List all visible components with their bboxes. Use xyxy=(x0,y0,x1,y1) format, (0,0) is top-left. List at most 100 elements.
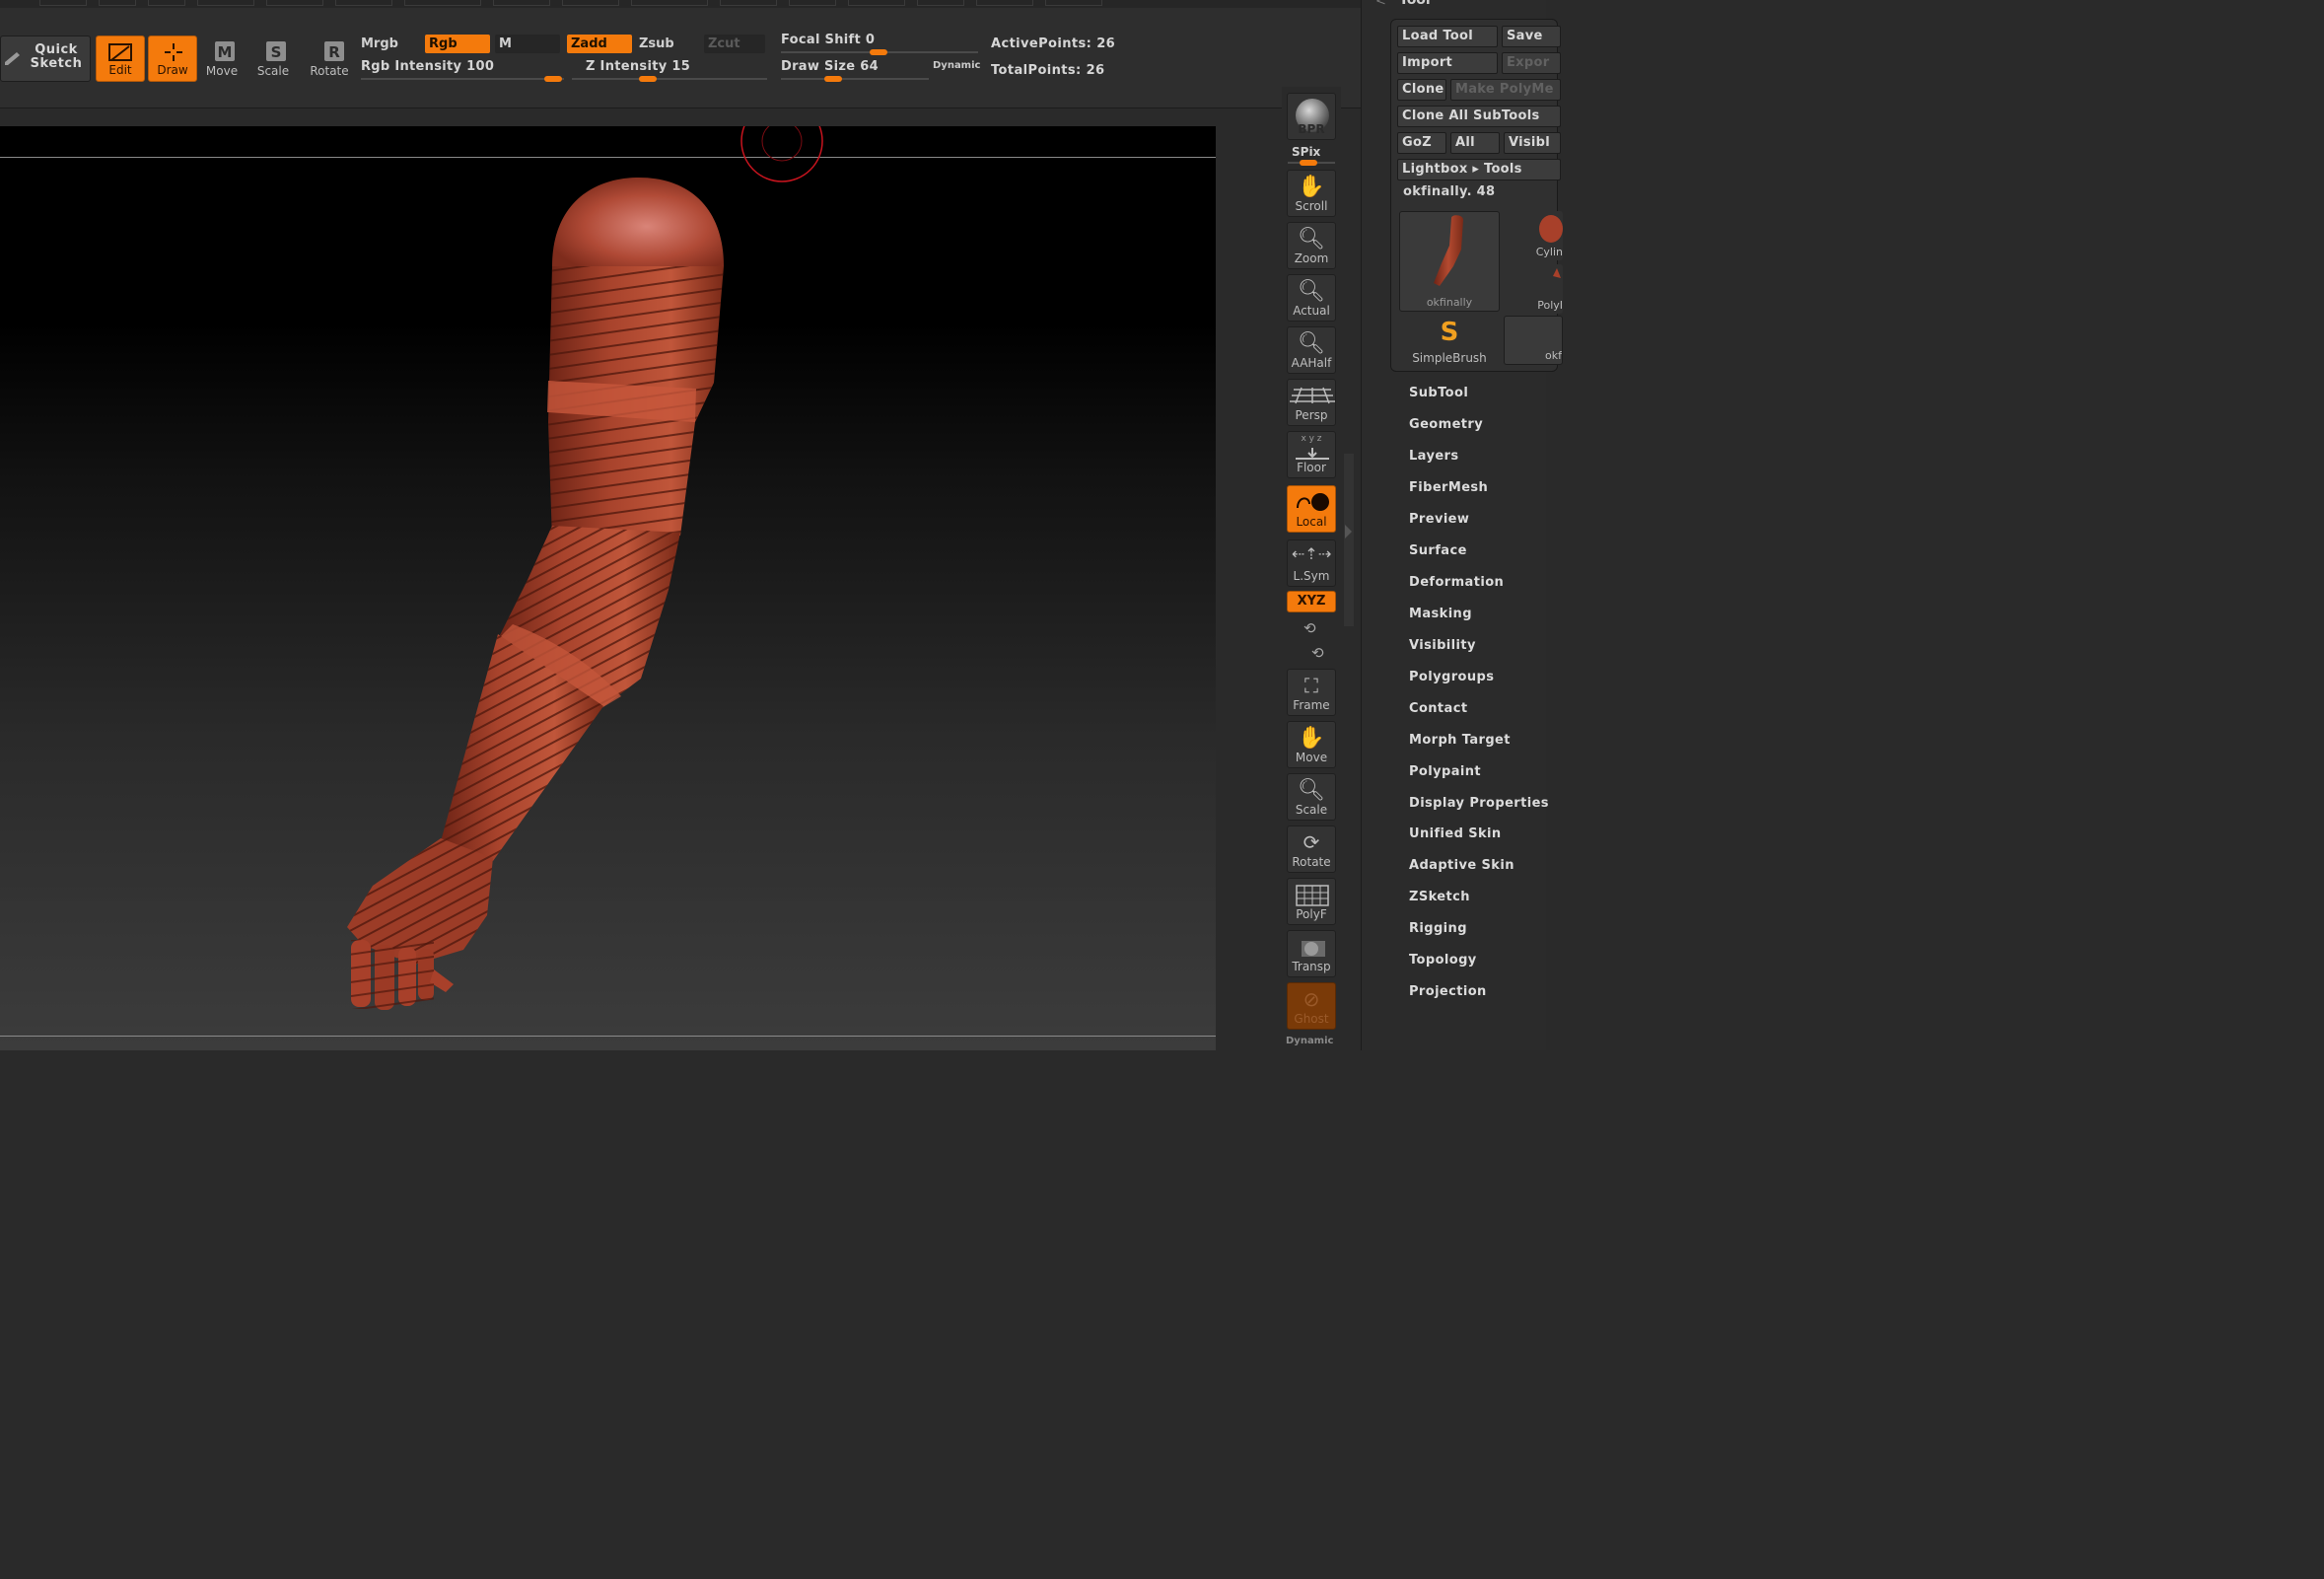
zoom-button[interactable]: 🔍︎ Zoom xyxy=(1287,222,1336,269)
m-button[interactable]: M xyxy=(495,35,560,53)
transparency-icon xyxy=(1302,941,1325,957)
lightbox-tools-button[interactable]: Lightbox ▸ Tools xyxy=(1397,159,1561,180)
rotate-mode-button[interactable]: R Rotate xyxy=(305,36,354,82)
menu-deformation[interactable]: Deformation xyxy=(1409,575,1504,590)
scale-mode-button[interactable]: S Scale xyxy=(248,36,298,82)
goz-visible-button[interactable]: Visibl xyxy=(1504,132,1561,154)
save-tool-button[interactable]: Save xyxy=(1502,26,1561,47)
mrgb-button[interactable]: Mrgb xyxy=(357,35,420,53)
xyz-rotation-button[interactable]: XYZ xyxy=(1287,591,1336,612)
aahalf-button[interactable]: 🔍︎ AAHalf xyxy=(1287,326,1336,374)
tool-thumb-okfinally[interactable]: okfinally xyxy=(1399,211,1500,312)
floor-button[interactable]: x y z Floor xyxy=(1287,431,1336,478)
top-shelf: Quick Sketch Edit Draw M Move S Scale R xyxy=(0,0,1361,108)
quick-sketch-label: Quick Sketch xyxy=(30,42,83,71)
menu-zsketch[interactable]: ZSketch xyxy=(1409,890,1470,904)
rotate-mode-icon: R xyxy=(324,41,344,61)
import-button[interactable]: Import xyxy=(1397,52,1498,74)
menu-adaptive-skin[interactable]: Adaptive Skin xyxy=(1409,858,1514,873)
zadd-button[interactable]: Zadd xyxy=(567,35,632,53)
bpr-button[interactable]: BPR xyxy=(1287,93,1336,140)
rgb-button[interactable]: Rgb xyxy=(425,35,490,53)
menu-masking[interactable]: Masking xyxy=(1409,607,1472,621)
load-tool-button[interactable]: Load Tool xyxy=(1397,26,1498,47)
hand-icon: ✋ xyxy=(1298,175,1325,199)
y-rotation-icon[interactable]: ⟲ xyxy=(1303,619,1316,637)
export-button[interactable]: Expor xyxy=(1502,52,1561,74)
quick-sketch-button[interactable]: Quick Sketch xyxy=(0,36,91,82)
ghost-icon: ⊘ xyxy=(1303,987,1320,1011)
menu-layers[interactable]: Layers xyxy=(1409,449,1459,464)
rotate-view-button[interactable]: ⟳ Rotate xyxy=(1287,825,1336,873)
rotate-icon: ⟳ xyxy=(1303,830,1320,854)
zsub-button[interactable]: Zsub xyxy=(635,35,700,53)
lsym-button[interactable]: ⇠⇡⇢ L.Sym xyxy=(1287,539,1336,587)
tool-thumb-polymesh[interactable]: PolyI xyxy=(1504,264,1563,314)
move-mode-button[interactable]: M Move xyxy=(197,36,246,82)
canvas-viewport[interactable] xyxy=(0,126,1216,1050)
polyf-button[interactable]: PolyF xyxy=(1287,878,1336,925)
symmetry-arrows-icon: ⇠⇡⇢ xyxy=(1291,544,1332,563)
dynamic-label: Dynamic xyxy=(1286,1036,1334,1046)
clone-all-subtools-button[interactable]: Clone All SubTools xyxy=(1397,106,1561,127)
arm-thumbnail xyxy=(1434,215,1463,286)
menu-fibermesh[interactable]: FiberMesh xyxy=(1409,480,1488,495)
local-icon xyxy=(1297,493,1329,511)
z-rotation-icon[interactable]: ⟲ xyxy=(1311,644,1324,662)
menu-unified-skin[interactable]: Unified Skin xyxy=(1409,826,1502,841)
ghost-button[interactable]: ⊘ Ghost xyxy=(1287,982,1336,1030)
menu-preview[interactable]: Preview xyxy=(1409,512,1469,527)
collapse-arrow-icon[interactable] xyxy=(1345,525,1352,538)
menu-projection[interactable]: Projection xyxy=(1409,984,1487,999)
dynamic-toggle[interactable]: Dynamic xyxy=(933,60,980,71)
brush-cursor xyxy=(740,126,823,182)
frame-button[interactable]: ⛶ Frame xyxy=(1287,669,1336,716)
menu-morph-target[interactable]: Morph Target xyxy=(1409,733,1511,748)
tool-thumb-simplebrush[interactable]: S SimpleBrush xyxy=(1399,316,1500,367)
make-polymesh-button[interactable]: Make PolyMe xyxy=(1450,79,1561,101)
goz-button[interactable]: GoZ xyxy=(1397,132,1446,154)
magnifier-scale-icon: 🔍︎ xyxy=(1298,778,1325,803)
menu-contact[interactable]: Contact xyxy=(1409,701,1467,716)
menu-surface[interactable]: Surface xyxy=(1409,543,1467,558)
frame-icon: ⛶ xyxy=(1304,674,1318,697)
clone-button[interactable]: Clone xyxy=(1397,79,1446,101)
tool-thumb-okf[interactable]: okf xyxy=(1504,316,1563,365)
splitter[interactable] xyxy=(1344,454,1354,626)
move-view-button[interactable]: ✋ Move xyxy=(1287,721,1336,768)
menu-polypaint[interactable]: Polypaint xyxy=(1409,764,1481,779)
local-button[interactable]: Local xyxy=(1287,485,1336,533)
floor-icon xyxy=(1296,448,1329,460)
star-icon xyxy=(1553,268,1561,278)
rgb-intensity-slider[interactable]: Rgb Intensity 100 xyxy=(361,59,564,82)
zcut-button[interactable]: Zcut xyxy=(704,35,765,53)
menu-polygroups[interactable]: Polygroups xyxy=(1409,670,1494,684)
scale-view-button[interactable]: 🔍︎ Scale xyxy=(1287,773,1336,821)
z-intensity-slider[interactable]: Z Intensity 15 xyxy=(572,59,767,82)
menu-display-properties[interactable]: Display Properties xyxy=(1409,796,1549,811)
tool-thumb-cylinder[interactable]: Cylin xyxy=(1504,211,1563,260)
spix-knob[interactable] xyxy=(1300,160,1317,166)
current-tool-name: okfinally. 48 xyxy=(1403,184,1496,199)
menu-visibility[interactable]: Visibility xyxy=(1409,638,1476,653)
transp-button[interactable]: Transp xyxy=(1287,930,1336,977)
palette-collapse-icon[interactable]: < xyxy=(1375,0,1386,9)
goz-all-button[interactable]: All xyxy=(1450,132,1500,154)
draw-button[interactable]: Draw xyxy=(148,36,197,82)
menu-topology[interactable]: Topology xyxy=(1409,953,1477,968)
persp-button[interactable]: Persp xyxy=(1287,379,1336,426)
draw-size-slider[interactable]: Draw Size 64 xyxy=(781,59,929,82)
magnifier-aahalf-icon: 🔍︎ xyxy=(1298,331,1325,356)
menu-subtool[interactable]: SubTool xyxy=(1409,386,1468,400)
scroll-button[interactable]: ✋ Scroll xyxy=(1287,170,1336,217)
scale-mode-icon: S xyxy=(266,41,286,61)
svg-text:R: R xyxy=(328,43,340,61)
edit-button[interactable]: Edit xyxy=(96,36,145,82)
palette-title: Tool xyxy=(1399,0,1431,8)
menu-geometry[interactable]: Geometry xyxy=(1409,417,1483,432)
menu-strip xyxy=(0,0,1361,8)
spix-slider[interactable]: SPix xyxy=(1292,145,1320,159)
menu-rigging[interactable]: Rigging xyxy=(1409,921,1467,936)
actual-button[interactable]: 🔍︎ Actual xyxy=(1287,274,1336,322)
focal-shift-slider[interactable]: Focal Shift 0 xyxy=(781,33,978,55)
